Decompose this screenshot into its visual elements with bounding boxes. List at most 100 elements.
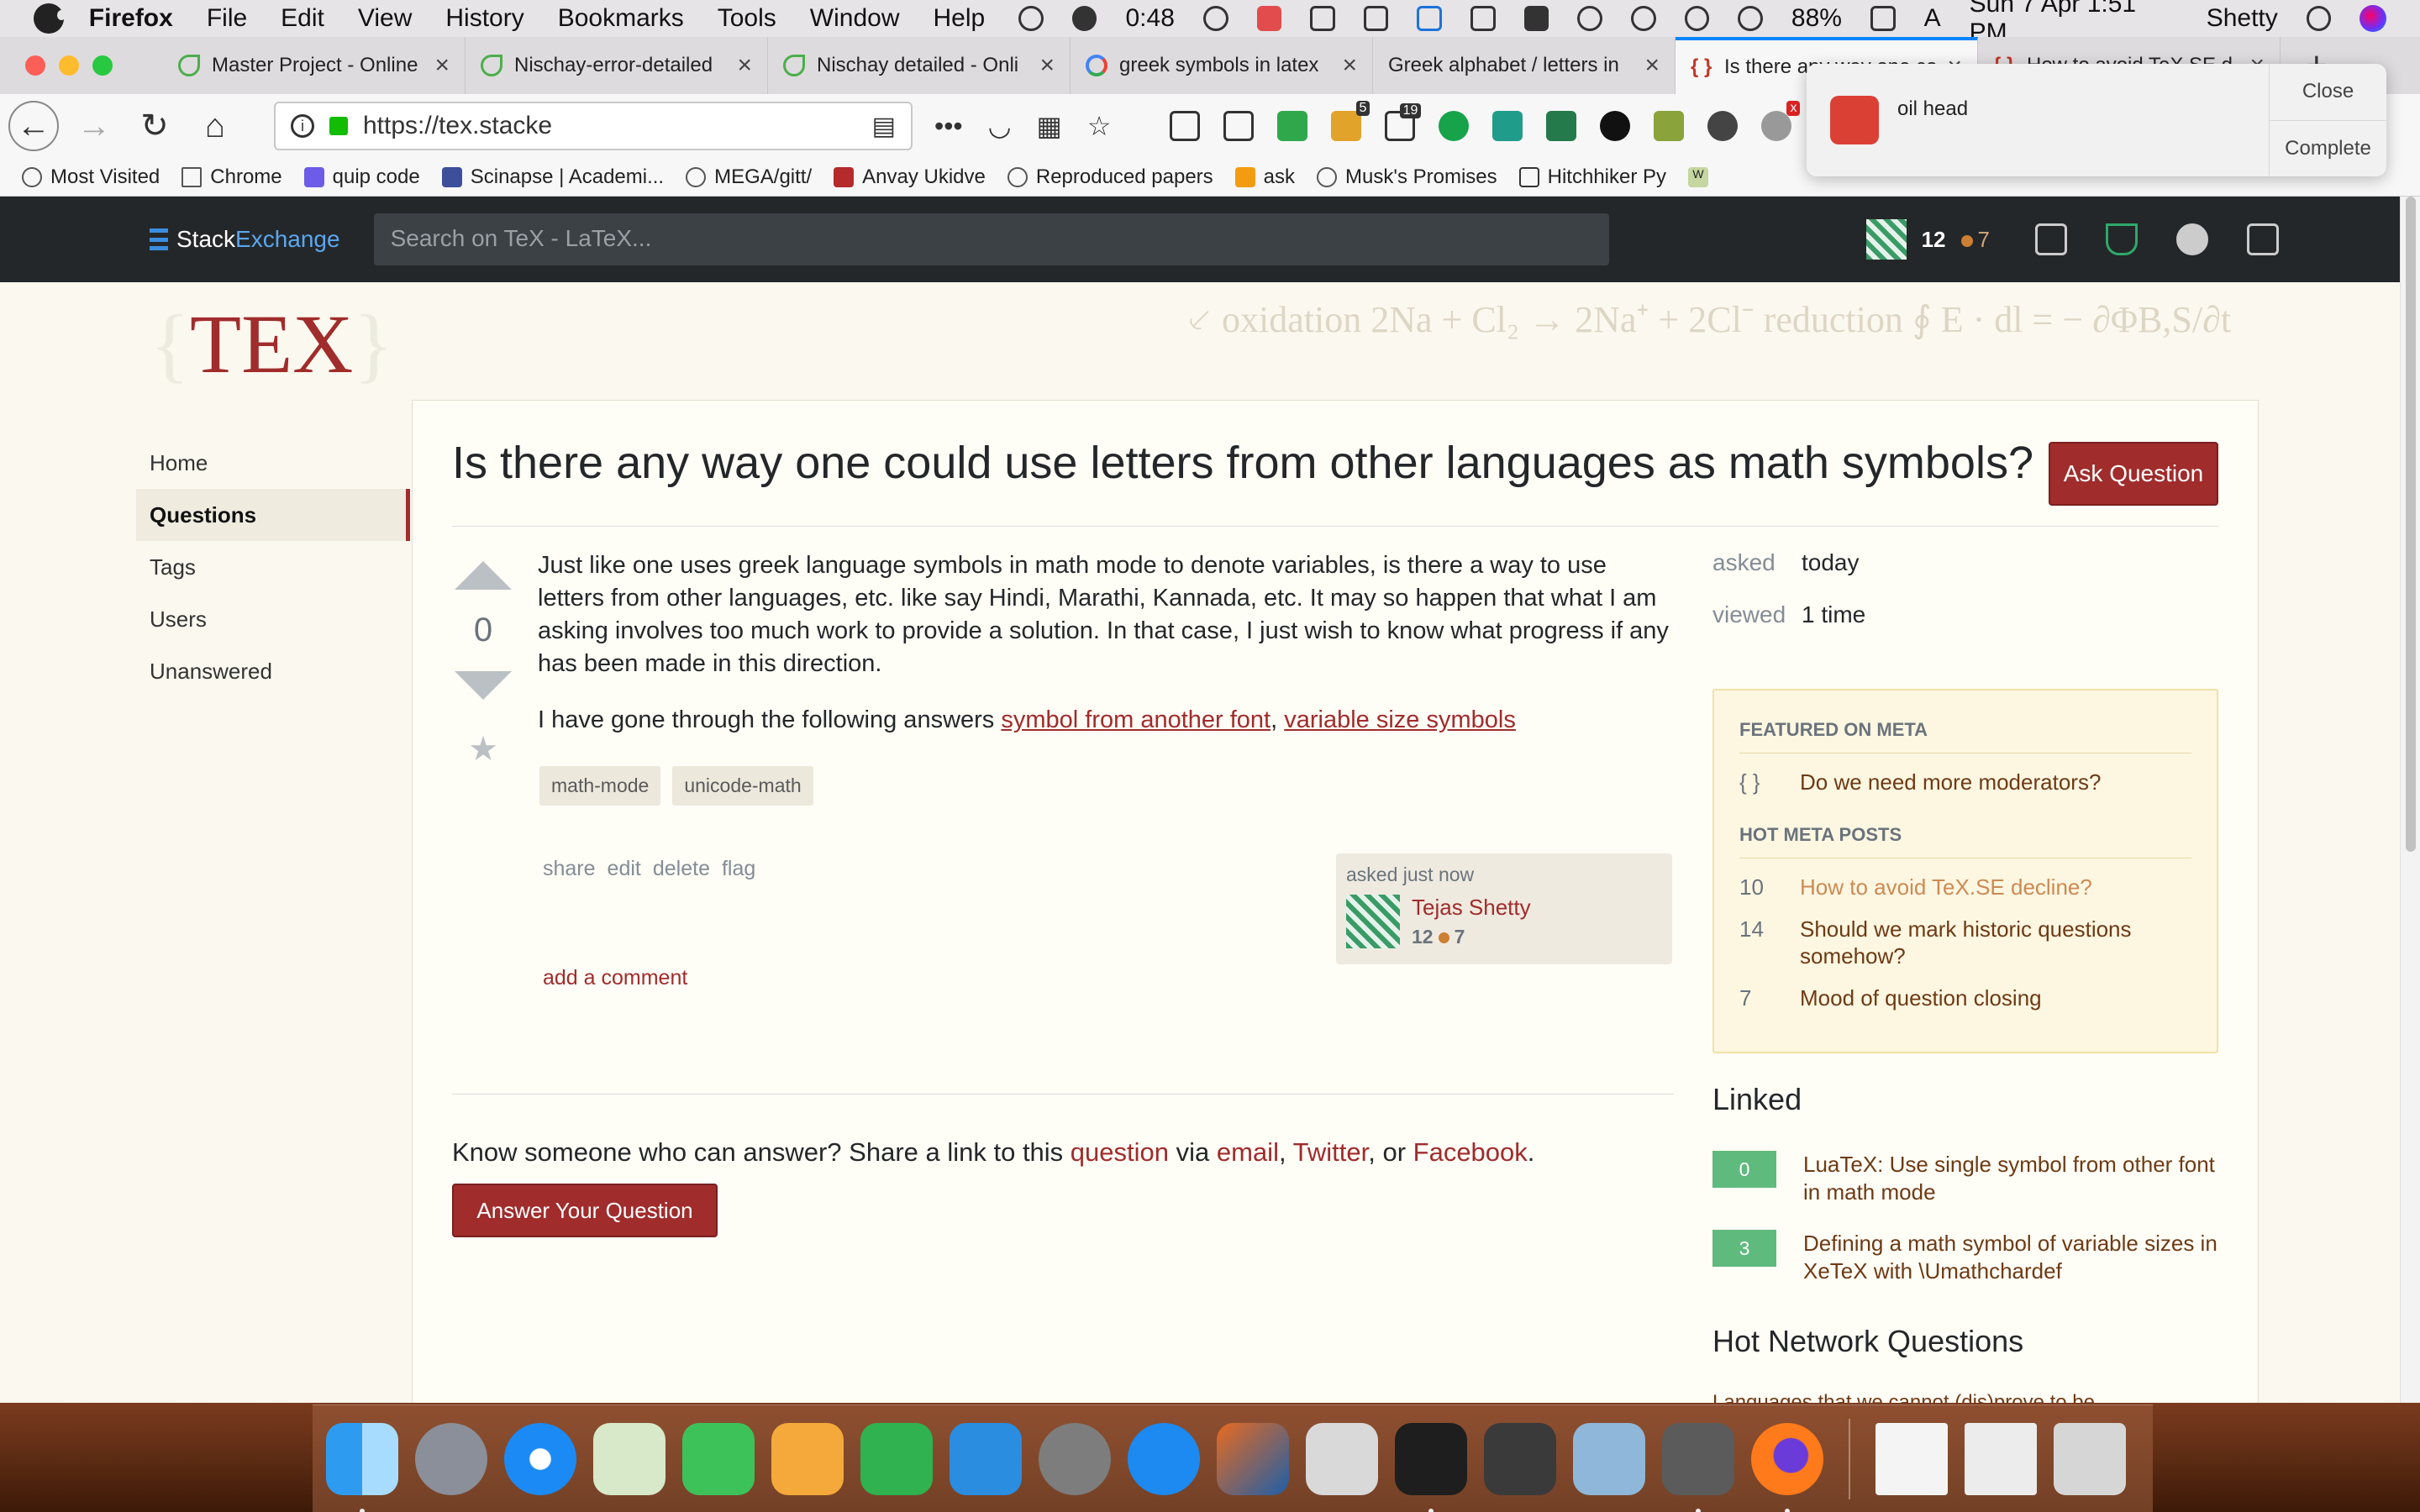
close-tab-icon[interactable]: × — [1644, 51, 1660, 80]
menu-app-firefox[interactable]: Firefox — [89, 4, 173, 33]
minimize-window-button[interactable] — [59, 55, 79, 76]
shield-status-icon[interactable] — [1018, 6, 1044, 31]
browser-tab[interactable]: Master Project - Online × — [163, 37, 466, 94]
bookmark-anvay[interactable]: Anvay Ukidve — [834, 165, 986, 189]
c-extension-icon[interactable] — [1707, 111, 1739, 141]
share-question-link[interactable]: question — [1071, 1137, 1169, 1167]
browser-tab[interactable]: greek symbols in latex × — [1071, 37, 1373, 94]
upvote-arrow-icon[interactable] — [455, 561, 512, 590]
todoist-status-icon[interactable] — [1256, 6, 1282, 31]
extension-icon[interactable]: 5 — [1331, 101, 1370, 141]
notification-close-button[interactable]: Close — [2270, 64, 2386, 121]
battery-percent[interactable]: 88% — [1791, 4, 1842, 33]
input-source[interactable]: A — [1924, 4, 1941, 33]
link-variable-size-symbols[interactable]: variable size symbols — [1284, 706, 1516, 733]
firefox-icon[interactable] — [1751, 1422, 1823, 1512]
address-bar[interactable]: i https://tex.stacke ▤ — [274, 102, 913, 150]
menu-file[interactable]: File — [207, 4, 247, 33]
flag-link[interactable]: flag — [722, 857, 755, 881]
stackexchange-logo[interactable]: Stack Exchange — [150, 226, 340, 253]
delete-link[interactable]: delete — [653, 857, 710, 881]
author-name[interactable]: Tejas Shetty — [1412, 895, 1531, 921]
reload-button[interactable]: ↻ — [129, 101, 180, 151]
question-title[interactable]: Is there any way one could use letters f… — [452, 437, 2049, 489]
facetime-icon[interactable] — [682, 1422, 755, 1495]
download-icon[interactable] — [1277, 111, 1308, 141]
meta-link[interactable]: Mood of question closing — [1800, 984, 2191, 1011]
pages-icon[interactable] — [771, 1422, 844, 1495]
browser-tab[interactable]: Nischay-error-detailed × — [466, 37, 768, 94]
tag-math-mode[interactable]: math-mode — [539, 766, 661, 806]
close-tab-icon[interactable]: × — [434, 51, 450, 80]
nav-tags[interactable]: Tags — [136, 541, 410, 593]
numbers-icon[interactable] — [860, 1422, 933, 1495]
add-comment-link[interactable]: add a comment — [543, 966, 687, 990]
notification-banner[interactable]: oil head Close Complete — [1807, 64, 2386, 176]
trash-icon[interactable] — [2054, 1422, 2126, 1495]
close-window-button[interactable] — [25, 55, 45, 76]
browser-tab[interactable]: Greek alphabet / letters in × — [1373, 37, 1676, 94]
close-tab-icon[interactable]: × — [1342, 51, 1357, 80]
plus-extension-icon[interactable] — [1600, 111, 1631, 141]
share-facebook-link[interactable]: Facebook — [1413, 1137, 1528, 1167]
home-button[interactable]: ⌂ — [190, 101, 240, 151]
siri-icon[interactable] — [2360, 5, 2386, 32]
avatar[interactable] — [1346, 895, 1400, 948]
site-info-icon[interactable]: i — [291, 114, 314, 138]
sidebar-icon[interactable] — [1223, 111, 1255, 141]
tag-unicode-math[interactable]: unicode-math — [672, 766, 813, 806]
flag-icon[interactable]: ▦ — [1037, 110, 1062, 142]
bookmark-scinapse[interactable]: Scinapse | Academi... — [441, 165, 664, 189]
gauge-extension-icon[interactable]: x — [1761, 101, 1801, 141]
bookmark-most-visited[interactable]: Most Visited — [22, 165, 160, 189]
plant-extension-icon[interactable] — [1654, 111, 1685, 141]
user-menu[interactable]: Shetty — [2207, 4, 2278, 33]
bookmark-musks-promises[interactable]: Musk's Promises — [1317, 165, 1497, 189]
nav-questions[interactable]: Questions — [136, 489, 410, 541]
wifi-icon[interactable] — [1738, 6, 1763, 31]
shield-extension-icon[interactable] — [1546, 111, 1577, 141]
user-profile-link[interactable]: 12 7 — [1865, 219, 1990, 260]
keynote-icon[interactable] — [950, 1422, 1022, 1495]
edit-link[interactable]: edit — [608, 857, 641, 881]
bookmark-star-icon[interactable]: ☆ — [1087, 110, 1112, 142]
favorite-star-icon[interactable]: ★ — [452, 730, 514, 769]
notification-complete-button[interactable]: Complete — [2270, 121, 2386, 177]
zoom-window-button[interactable] — [92, 55, 113, 76]
url-text[interactable]: https://tex.stacke — [363, 112, 857, 140]
matlab-icon[interactable] — [1217, 1422, 1289, 1495]
m-status-icon[interactable] — [1071, 6, 1097, 31]
library-icon[interactable] — [1170, 111, 1201, 141]
bookmark-w[interactable]: W — [1688, 166, 1709, 187]
meta-link[interactable]: Do we need more moderators? — [1800, 769, 2191, 795]
battery-icon[interactable] — [1870, 6, 1896, 31]
bookmark-hitchhiker-py[interactable]: Hitchhiker Py — [1518, 165, 1666, 189]
menu-view[interactable]: View — [358, 4, 412, 33]
spotlight-search-icon[interactable] — [2306, 6, 2332, 31]
hot-network-question-link[interactable]: Languages that we cannot (dis)prove to b… — [1712, 1391, 2183, 1403]
share-twitter-link[interactable]: Twitter — [1293, 1137, 1369, 1167]
window-status-icon[interactable] — [1363, 6, 1389, 31]
timer-readout[interactable]: 0:48 — [1125, 4, 1174, 33]
bookmark-mega[interactable]: MEGA/gitt/ — [686, 165, 812, 189]
launchpad-icon[interactable] — [415, 1422, 487, 1495]
browser-tab[interactable]: Nischay detailed - Onli × — [768, 37, 1071, 94]
scrollbar-thumb[interactable] — [2406, 197, 2416, 852]
save-extension-icon[interactable] — [1492, 111, 1523, 141]
nav-unanswered[interactable]: Unanswered — [136, 645, 410, 697]
link-symbol-from-another-font[interactable]: symbol from another font — [1001, 706, 1270, 733]
tool-status-icon[interactable] — [1417, 6, 1443, 31]
accessibility-icon[interactable] — [1631, 6, 1656, 31]
menu-bookmarks[interactable]: Bookmarks — [558, 4, 684, 33]
notes-extension-icon[interactable]: 19 — [1385, 103, 1422, 141]
inbox-icon[interactable] — [2034, 223, 2067, 255]
bookmark-quip-code[interactable]: quip code — [303, 165, 420, 189]
back-button[interactable]: ← — [8, 101, 59, 151]
gmail-status-icon[interactable] — [1470, 6, 1496, 31]
texmaker-icon[interactable] — [1662, 1422, 1734, 1512]
forward-button[interactable]: → — [69, 101, 119, 151]
answer-your-question-button[interactable]: Answer Your Question — [452, 1184, 718, 1237]
close-tab-icon[interactable]: × — [1039, 51, 1055, 80]
menu-window[interactable]: Window — [810, 4, 900, 33]
finder-icon[interactable] — [326, 1422, 398, 1512]
